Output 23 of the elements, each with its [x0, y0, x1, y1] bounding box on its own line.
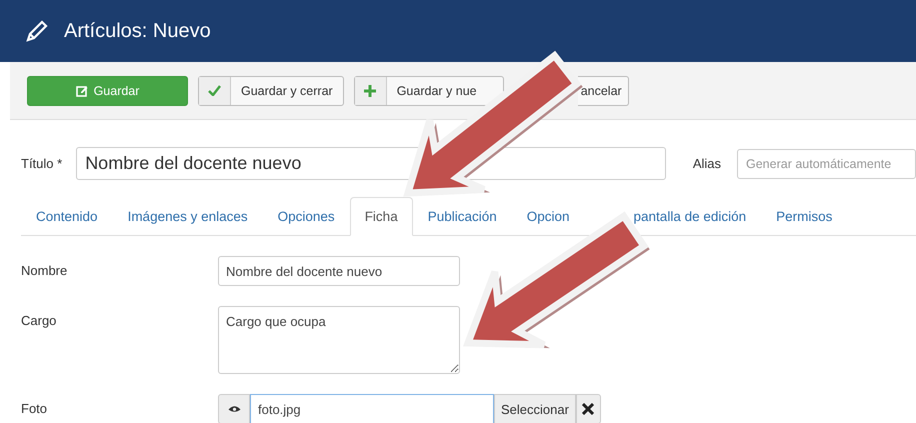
pencil-icon — [26, 20, 48, 42]
clear-button[interactable] — [576, 394, 601, 423]
toolbar-button[interactable]: Guardar y cerrar — [198, 76, 344, 106]
check-icon — [208, 85, 221, 96]
alias-input[interactable]: Generar automáticamente — [737, 148, 916, 178]
textarea-field[interactable]: Cargo que ocupa — [218, 306, 460, 374]
field-label: Título * — [21, 156, 62, 171]
toolbar-button[interactable]: ancelar — [578, 76, 629, 106]
close-icon — [582, 403, 594, 415]
field-label: Foto — [21, 400, 48, 416]
field-label: Alias — [692, 156, 721, 171]
field-label: Cargo — [21, 312, 58, 328]
page-title: Artículos: Nuevo — [64, 20, 211, 42]
plus-icon — [364, 84, 376, 96]
eye-icon — [228, 404, 240, 414]
select-button[interactable]: Seleccionar — [494, 394, 576, 423]
preview-button[interactable] — [218, 394, 250, 423]
edit-icon — [76, 84, 88, 96]
field-label: Nombre — [21, 262, 68, 278]
tab[interactable]: Ficha — [350, 197, 413, 236]
toolbar-button[interactable]: Guardar y nue — [354, 76, 504, 106]
image-path-input[interactable]: foto.jpg — [250, 394, 494, 423]
name-input[interactable]: Nombre del docente nuevo — [218, 256, 460, 286]
